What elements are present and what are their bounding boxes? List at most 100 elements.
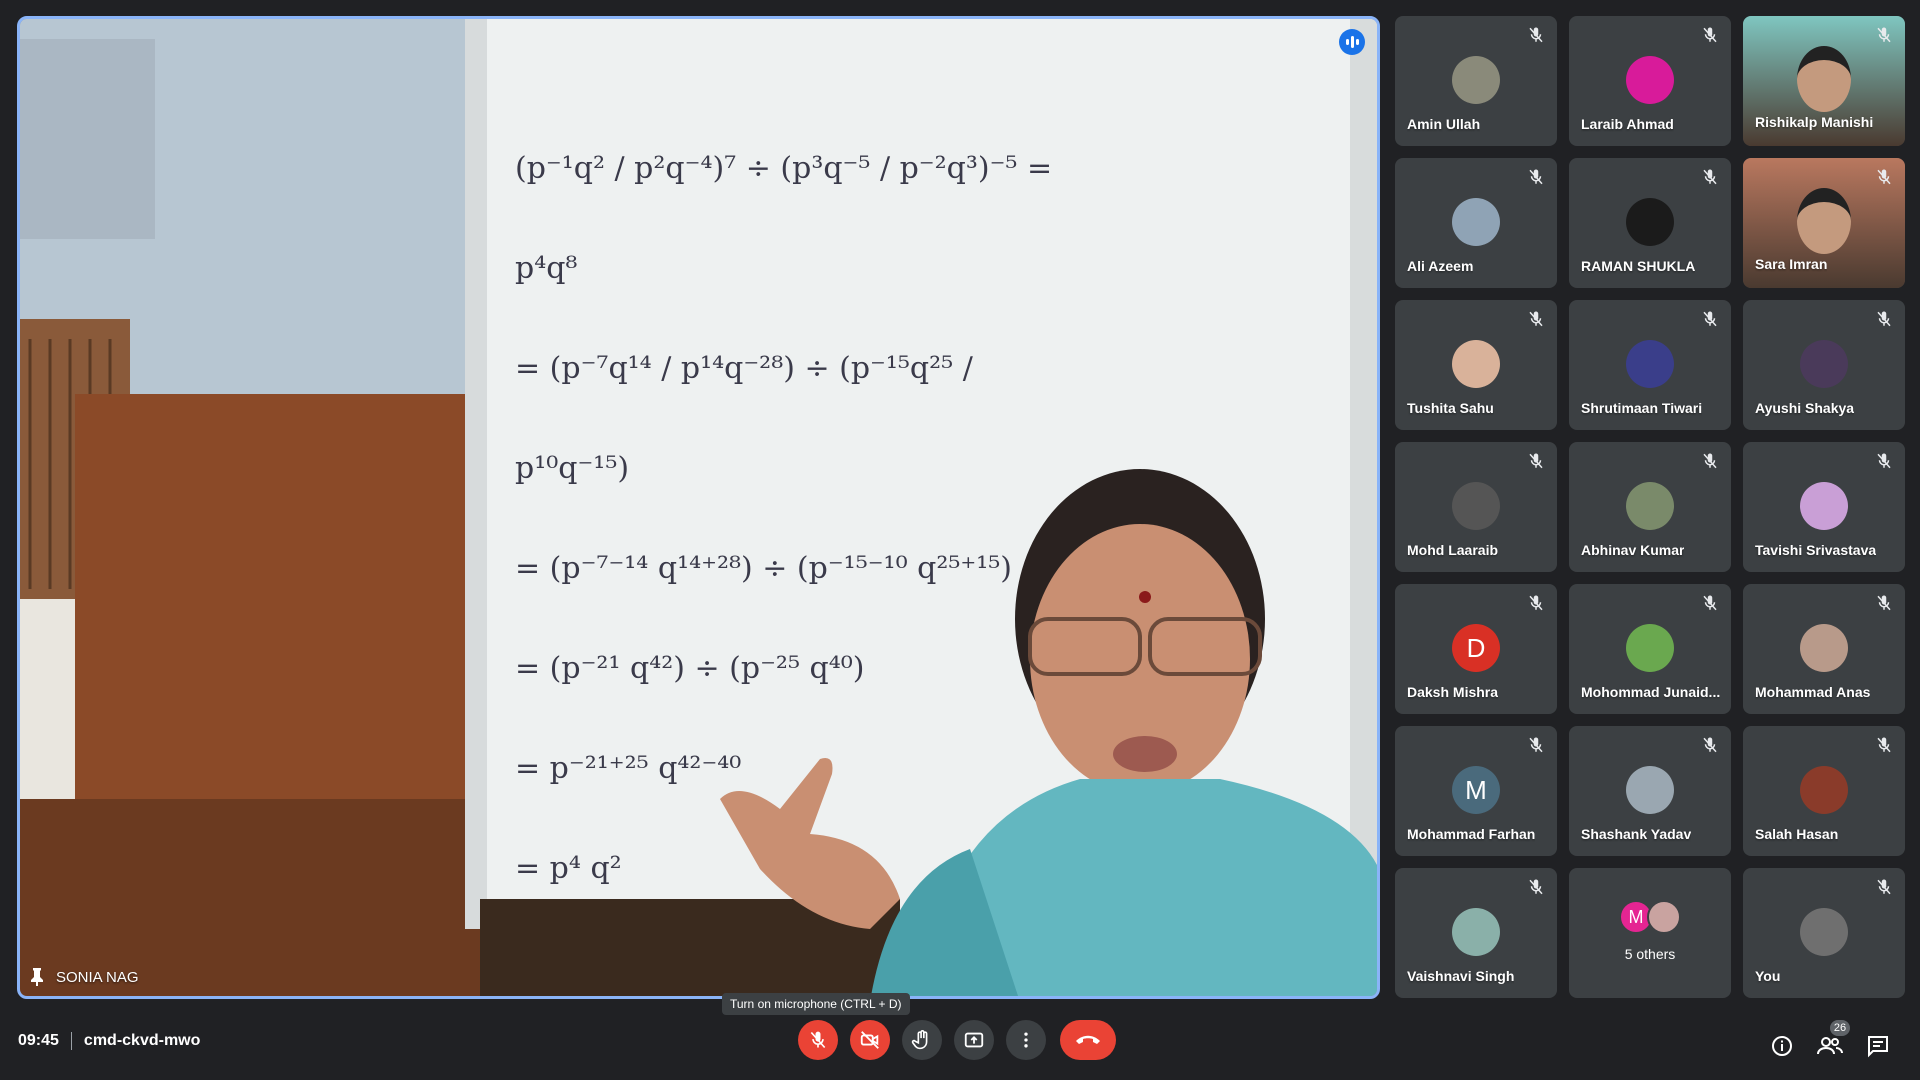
mic-off-icon (810, 1031, 826, 1049)
participant-tile[interactable]: Ali Azeem (1395, 158, 1557, 288)
avatar (1626, 56, 1674, 104)
avatar (1452, 198, 1500, 246)
divider (70, 1032, 72, 1050)
presenter-video-tile[interactable]: (p⁻¹q² / p²q⁻⁴)⁷ ÷ (p³q⁻⁵ / p⁻²q³)⁻⁵ = p… (17, 16, 1380, 999)
participant-tile[interactable]: Tushita Sahu (1395, 300, 1557, 430)
participant-face (1797, 188, 1851, 254)
participant-name: Tushita Sahu (1407, 400, 1494, 416)
meeting-time: 09:45 (18, 1032, 59, 1049)
people-icon (1817, 1037, 1843, 1055)
call-controls (798, 1020, 1116, 1060)
camera-off-icon (860, 1031, 879, 1049)
participant-tile[interactable]: Ayushi Shakya (1743, 300, 1905, 430)
participant-face (1797, 46, 1851, 112)
meeting-details-button[interactable] (1768, 1032, 1796, 1060)
muted-mic-icon (1875, 26, 1893, 44)
math-line-3: = (p⁻⁷⁻¹⁴ q¹⁴⁺²⁸) ÷ (p⁻¹⁵⁻¹⁰ q²⁵⁺¹⁵) (515, 551, 1012, 586)
more-vert-icon (1024, 1032, 1028, 1048)
participant-tile[interactable]: Shrutimaan Tiwari (1569, 300, 1731, 430)
participant-name: Mohammad Anas (1755, 684, 1871, 700)
info-icon (1772, 1036, 1792, 1056)
others-tile[interactable]: M 5 others (1569, 868, 1731, 998)
participant-name: Rishikalp Manishi (1755, 114, 1874, 130)
participant-tile[interactable]: Abhinav Kumar (1569, 442, 1731, 572)
avatar (1800, 482, 1848, 530)
meeting-code: cmd-ckvd-mwo (83, 1032, 201, 1049)
math-line-6: = p⁴ q² (515, 851, 622, 886)
participant-tile[interactable]: You (1743, 868, 1905, 998)
math-line-5: = p⁻²¹⁺²⁵ q⁴²⁻⁴⁰ (515, 751, 742, 786)
participant-name: You (1755, 968, 1781, 984)
participant-name: Tavishi Srivastava (1755, 542, 1877, 558)
avatar-letter: M (1465, 774, 1487, 805)
meeting-info: 09:45 cmd-ckvd-mwo (18, 1032, 200, 1050)
muted-mic-icon (1875, 878, 1893, 896)
participant-tile[interactable]: M Mohammad Farhan (1395, 726, 1557, 856)
end-call-icon (1076, 1035, 1100, 1044)
participant-name: Mohd Laaraib (1407, 542, 1499, 558)
participant-tile[interactable]: Mohammad Anas (1743, 584, 1905, 714)
others-label: 5 others (1624, 946, 1676, 962)
participant-name: Daksh Mishra (1407, 684, 1499, 700)
participant-name: Ayushi Shakya (1755, 400, 1855, 416)
muted-mic-icon (1875, 594, 1893, 612)
present-screen-button[interactable] (954, 1020, 994, 1060)
presenter-name: SONIA NAG (56, 968, 139, 986)
muted-mic-icon (1527, 736, 1545, 754)
avatar (1626, 482, 1674, 530)
present-icon (964, 1032, 984, 1048)
participant-name: Shashank Yadav (1581, 826, 1692, 842)
participant-name: Mohommad Junaid... (1581, 684, 1721, 700)
raise-hand-button[interactable] (902, 1020, 942, 1060)
muted-mic-icon (1527, 168, 1545, 186)
avatar (1626, 624, 1674, 672)
math-line-2: = (p⁻⁷q¹⁴ / p¹⁴q⁻²⁸) ÷ (p⁻¹⁵q²⁵ / p¹⁰q⁻¹… (515, 351, 973, 486)
participant-name: Amin Ullah (1407, 116, 1481, 132)
participant-name: Mohammad Farhan (1407, 826, 1536, 842)
speaking-indicator-icon (1339, 29, 1365, 55)
participant-tile[interactable]: D Daksh Mishra (1395, 584, 1557, 714)
more-options-button[interactable] (1006, 1020, 1046, 1060)
hand-icon (911, 1030, 928, 1050)
chat-button[interactable] (1864, 1032, 1892, 1060)
microphone-toggle-button[interactable] (798, 1020, 838, 1060)
participant-tile[interactable]: Vaishnavi Singh (1395, 868, 1557, 998)
participant-tile[interactable]: Salah Hasan (1743, 726, 1905, 856)
avatar (1452, 482, 1500, 530)
participant-tile[interactable]: Tavishi Srivastava (1743, 442, 1905, 572)
muted-mic-icon (1701, 736, 1719, 754)
participant-grid: Amin Ullah Laraib Ahmad Rishikalp Manishi A… (1395, 16, 1905, 998)
muted-mic-icon (1701, 168, 1719, 186)
participant-tile[interactable]: RAMAN SHUKLA (1569, 158, 1731, 288)
participant-name: Vaishnavi Singh (1407, 968, 1515, 984)
muted-mic-icon (1875, 310, 1893, 328)
participant-tile[interactable]: Shashank Yadav (1569, 726, 1731, 856)
avatar (1626, 198, 1674, 246)
participant-tile[interactable]: Amin Ullah (1395, 16, 1557, 146)
pin-icon[interactable] (30, 968, 44, 986)
avatar (1626, 340, 1674, 388)
avatar (1452, 56, 1500, 104)
bottom-control-bar: 09:45 cmd-ckvd-mwo 26 (0, 1010, 1920, 1080)
participant-name: RAMAN SHUKLA (1581, 258, 1696, 274)
muted-mic-icon (1527, 310, 1545, 328)
avatar (1800, 908, 1848, 956)
others-avatars: M (1619, 900, 1681, 934)
muted-mic-icon (1875, 168, 1893, 186)
participant-tile[interactable]: Mohommad Junaid... (1569, 584, 1731, 714)
participant-tile[interactable]: Mohd Laaraib (1395, 442, 1557, 572)
muted-mic-icon (1527, 26, 1545, 44)
camera-toggle-button[interactable] (850, 1020, 890, 1060)
participant-name: Abhinav Kumar (1581, 542, 1685, 558)
people-button[interactable]: 26 (1816, 1020, 1850, 1060)
participant-tile[interactable]: Sara Imran (1743, 158, 1905, 288)
participant-tile[interactable]: Rishikalp Manishi (1743, 16, 1905, 146)
avatar (1800, 340, 1848, 388)
participant-name: Ali Azeem (1407, 258, 1474, 274)
participant-name: Laraib Ahmad (1581, 116, 1674, 132)
avatar-letter: D (1466, 632, 1486, 663)
participant-tile[interactable]: Laraib Ahmad (1569, 16, 1731, 146)
participant-name: Shrutimaan Tiwari (1581, 400, 1703, 416)
muted-mic-icon (1701, 452, 1719, 470)
leave-call-button[interactable] (1060, 1020, 1116, 1060)
